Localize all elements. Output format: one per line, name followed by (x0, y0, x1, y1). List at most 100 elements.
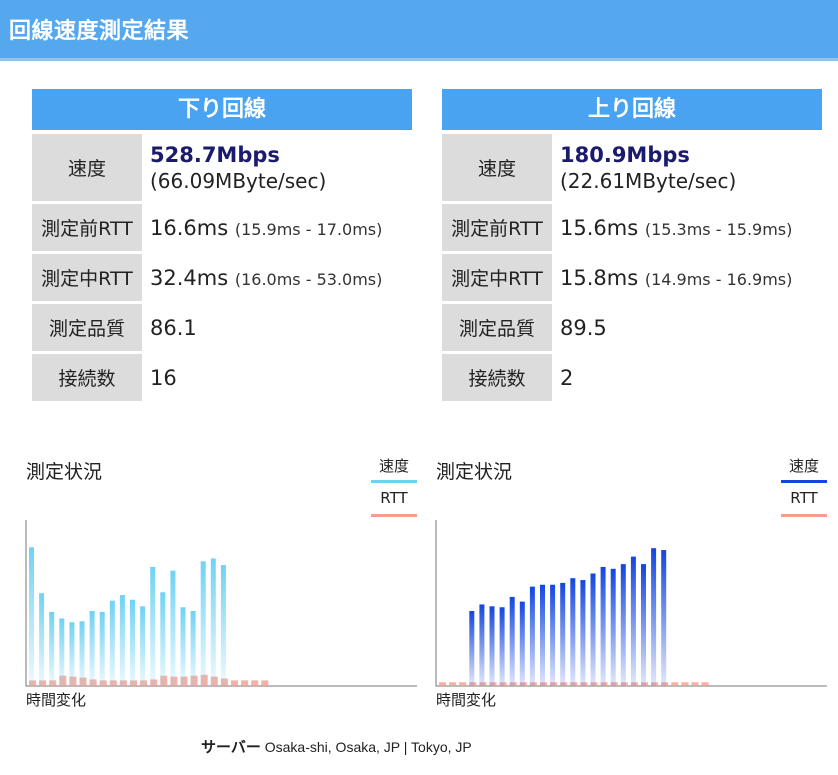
download-results-panel: 下り回線 速度 528.7Mbps (66.09MByte/sec) 測定前RT… (32, 89, 412, 401)
download-rtt-during-range: (16.0ms - 53.0ms) (234, 269, 383, 289)
speed-bar (509, 596, 515, 686)
legend-speed-label: 速度 (378, 457, 409, 475)
speed-bar (170, 570, 176, 686)
legend-rtt-swatch (371, 514, 417, 517)
download-quality-value: 86.1 (150, 315, 197, 340)
speed-bar (119, 595, 125, 686)
upload-speed-row: 速度 180.9Mbps (22.61MByte/sec) (442, 134, 822, 201)
speed-bar (600, 566, 606, 686)
rtt-bar (691, 682, 699, 686)
connections-label: 接続数 (32, 354, 142, 401)
rtt-before-label: 測定前RTT (32, 204, 142, 251)
legend-speed-swatch (371, 480, 417, 483)
rtt-bar (459, 682, 467, 686)
speed-bar (140, 606, 146, 686)
speed-bar (580, 580, 586, 686)
legend-rtt-label: RTT (790, 489, 818, 507)
upload-results-panel: 上り回線 速度 180.9Mbps (22.61MByte/sec) 測定前RT… (442, 89, 822, 401)
speed-bar (49, 611, 55, 686)
quality-label: 測定品質 (32, 304, 142, 351)
speed-bar (499, 607, 505, 686)
speed-bar (519, 601, 525, 686)
x-axis-label: 時間変化 (436, 691, 497, 709)
speed-bar (550, 584, 556, 686)
download-rtt-during-value: 32.4ms (150, 265, 229, 290)
speed-label: 速度 (32, 134, 142, 201)
speed-bar (479, 604, 485, 686)
upload-connections-value: 2 (560, 365, 574, 390)
speed-bar (210, 558, 216, 686)
speed-bar (489, 606, 495, 686)
upload-speed-bytes: (22.61MByte/sec) (560, 168, 737, 193)
legend-rtt-label: RTT (380, 489, 408, 507)
speed-label: 速度 (442, 134, 552, 201)
page-title: 回線速度測定結果 (9, 19, 190, 44)
upload-panel-title: 上り回線 (442, 89, 822, 130)
download-speed-row: 速度 528.7Mbps (66.09MByte/sec) (32, 134, 412, 201)
upload-graph-title: 測定状況 (436, 461, 513, 483)
speed-bar (560, 582, 566, 686)
rtt-bar (449, 682, 457, 686)
rtt-bar (231, 680, 238, 686)
quality-label: 測定品質 (442, 304, 552, 351)
download-quality-row: 測定品質 86.1 (32, 304, 412, 351)
download-chart (25, 520, 417, 687)
upload-connections-row: 接続数 2 (442, 354, 822, 401)
download-connections-value: 16 (150, 365, 177, 390)
download-graph-title: 測定状況 (26, 461, 103, 483)
server-value: Osaka-shi, Osaka, JP | Tokyo, JP (264, 739, 472, 755)
download-panel-title: 下り回線 (32, 89, 412, 130)
speed-bar (69, 622, 75, 686)
app-header: 回線速度測定結果 (0, 0, 838, 61)
rtt-bar (701, 682, 709, 686)
speed-bar (150, 566, 156, 686)
speed-bar (109, 600, 115, 686)
download-rtt-before-range: (15.9ms - 17.0ms) (234, 219, 383, 239)
rtt-bar (671, 682, 679, 686)
speed-bar (540, 584, 545, 686)
rtt-before-label: 測定前RTT (442, 204, 552, 251)
upload-rtt-before-row: 測定前RTT 15.6ms (15.3ms - 15.9ms) (442, 204, 822, 251)
legend-speed-label: 速度 (788, 457, 819, 475)
download-rtt-during-row: 測定中RTT 32.4ms (16.0ms - 53.0ms) (32, 254, 412, 301)
speed-bar (180, 607, 186, 686)
speed-bar (79, 621, 85, 686)
rtt-bar (241, 680, 249, 686)
speed-bar (641, 564, 646, 686)
speed-bar (620, 564, 626, 686)
speed-bar (469, 611, 475, 686)
speed-bar (99, 611, 105, 686)
upload-quality-row: 測定品質 89.5 (442, 304, 822, 351)
speed-bar (39, 593, 45, 686)
rtt-bar (439, 682, 446, 686)
server-label: サーバー (201, 739, 261, 756)
upload-rtt-before-range: (15.3ms - 15.9ms) (644, 219, 793, 239)
speed-bar (529, 586, 535, 686)
upload-rtt-during-value: 15.8ms (560, 265, 639, 290)
speed-bar (630, 556, 636, 686)
upload-rtt-during-row: 測定中RTT 15.8ms (14.9ms - 16.9ms) (442, 254, 822, 301)
speed-bar (29, 547, 34, 686)
speed-bar (190, 611, 196, 686)
rtt-during-label: 測定中RTT (442, 254, 552, 301)
download-connections-row: 接続数 16 (32, 354, 412, 401)
upload-rtt-during-range: (14.9ms - 16.9ms) (644, 269, 793, 289)
legend-rtt-swatch (781, 514, 827, 517)
speed-bar (661, 550, 667, 686)
legend-speed-swatch (781, 480, 827, 483)
speed-bar (610, 568, 616, 686)
rtt-bar (681, 682, 689, 686)
server-info: サーバー Osaka-shi, Osaka, JP | Tokyo, JP (201, 736, 472, 757)
upload-chart (435, 520, 827, 687)
rtt-bar (261, 680, 269, 686)
speed-bar (130, 599, 135, 686)
upload-speed-value: 180.9Mbps (560, 142, 690, 167)
download-speed-bytes: (66.09MByte/sec) (150, 168, 327, 193)
speed-bar (59, 618, 65, 686)
speed-bar (160, 592, 166, 686)
download-rtt-before-row: 測定前RTT 16.6ms (15.9ms - 17.0ms) (32, 204, 412, 251)
speed-bar (590, 573, 596, 686)
x-axis-label: 時間変化 (26, 691, 87, 709)
upload-graph: 測定状況 速度 RTT 時間変化 (435, 440, 827, 720)
speed-bar (570, 578, 576, 686)
